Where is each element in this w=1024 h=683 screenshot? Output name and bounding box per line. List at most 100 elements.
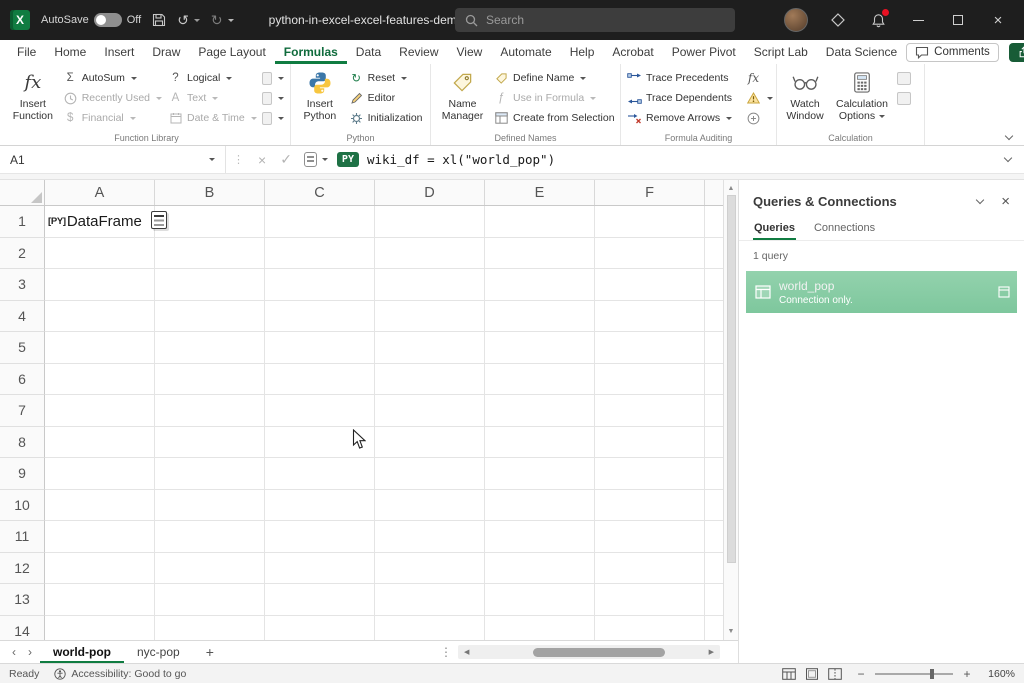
cell-D2[interactable] [375,238,485,270]
financial-button[interactable]: $Financial [60,108,165,128]
redo-button[interactable]: ↻ [211,12,234,29]
cell-C10[interactable] [265,490,375,522]
excel-app-icon[interactable]: X [10,10,30,30]
cell-B14[interactable] [155,616,265,641]
more-functions-button[interactable] [259,108,287,128]
user-avatar[interactable] [784,8,808,32]
name-box-dropdown-icon[interactable] [209,158,215,161]
name-box[interactable]: A1 [0,146,226,173]
page-break-view-icon[interactable] [828,668,842,680]
cell-F11[interactable] [595,521,705,553]
cell-E4[interactable] [485,301,595,333]
zoom-level[interactable]: 160% [981,668,1015,680]
cell-C6[interactable] [265,364,375,396]
horizontal-scrollbar[interactable]: ◀ ▶ [458,645,720,659]
cell-A9[interactable] [45,458,155,490]
cell-B2[interactable] [155,238,265,270]
cell-C2[interactable] [265,238,375,270]
insert-function-button[interactable]: fx Insert Function [6,65,60,130]
trace-dependents-button[interactable]: Trace Dependents [624,88,743,108]
column-header-D[interactable]: D [375,180,485,205]
column-header-E[interactable]: E [485,180,595,205]
cell-B4[interactable] [155,301,265,333]
cell-D1[interactable] [375,206,485,238]
cell-B3[interactable] [155,269,265,301]
column-header-C[interactable]: C [265,180,375,205]
cell-E7[interactable] [485,395,595,427]
sheet-nav-left-arrow[interactable]: ‹ [6,645,22,659]
cell-B10[interactable] [155,490,265,522]
remove-arrows-button[interactable]: Remove Arrows [624,108,743,128]
undo-button[interactable]: ↺ [177,12,200,29]
cell-C11[interactable] [265,521,375,553]
row-header-14[interactable]: 14 [0,616,45,641]
recently-used-button[interactable]: Recently Used [60,88,165,108]
menu-tab-data[interactable]: Data [347,40,390,64]
row-header-8[interactable]: 8 [0,427,45,459]
restore-button[interactable] [938,0,978,40]
menu-tab-script-lab[interactable]: Script Lab [745,40,817,64]
sheet-tab-world-pop[interactable]: world-pop [40,641,124,663]
column-header-B[interactable]: B [155,180,265,205]
menu-tab-help[interactable]: Help [561,40,604,64]
cell-C12[interactable] [265,553,375,585]
peek-icon[interactable] [998,286,1010,298]
reset-button[interactable]: ↻Reset [346,68,427,88]
cell-F5[interactable] [595,332,705,364]
page-layout-view-icon[interactable] [805,668,819,680]
normal-view-icon[interactable] [782,668,796,680]
data-card-icon[interactable] [151,211,167,229]
cell-A10[interactable] [45,490,155,522]
initialization-button[interactable]: Initialization [346,108,427,128]
math-trig-button[interactable] [259,88,287,108]
cell-B12[interactable] [155,553,265,585]
menu-tab-home[interactable]: Home [45,40,95,64]
cell-D3[interactable] [375,269,485,301]
cell-F3[interactable] [595,269,705,301]
row-header-11[interactable]: 11 [0,521,45,553]
sheet-nav-right-arrow[interactable]: › [22,645,38,659]
cell-D4[interactable] [375,301,485,333]
zoom-out-button[interactable]: − [856,667,866,681]
cell-E6[interactable] [485,364,595,396]
editor-button[interactable]: Editor [346,88,427,108]
cell-C9[interactable] [265,458,375,490]
text-button[interactable]: AText [165,88,259,108]
search-input[interactable] [486,13,696,27]
cell-F10[interactable] [595,490,705,522]
cell-E8[interactable] [485,427,595,459]
cell-F4[interactable] [595,301,705,333]
zoom-in-button[interactable]: + [962,667,972,681]
scroll-up-arrow[interactable]: ▲ [728,180,735,195]
diamond-icon[interactable] [818,0,858,40]
scroll-right-arrow[interactable]: ▶ [703,648,720,656]
notifications-bell-icon[interactable] [858,0,898,40]
create-from-selection-button[interactable]: Create from Selection [491,108,617,128]
menu-tab-view[interactable]: View [448,40,492,64]
row-header-3[interactable]: 3 [0,269,45,301]
menu-tab-formulas[interactable]: Formulas [275,40,347,64]
cell-D6[interactable] [375,364,485,396]
cell-B5[interactable] [155,332,265,364]
cell-D8[interactable] [375,427,485,459]
cell-F8[interactable] [595,427,705,459]
cell-F9[interactable] [595,458,705,490]
ev0aluate-formula-button[interactable] [743,108,773,128]
menu-tab-power-pivot[interactable]: Power Pivot [663,40,745,64]
cell-E3[interactable] [485,269,595,301]
cell-D14[interactable] [375,616,485,641]
sheet-tab-nyc-pop[interactable]: nyc-pop [124,641,193,663]
cell-C14[interactable] [265,616,375,641]
accessibility-status[interactable]: Accessibility: Good to go [54,668,186,680]
cell-E14[interactable] [485,616,595,641]
new-sheet-button[interactable]: + [193,641,227,663]
menu-tab-file[interactable]: File [8,40,45,64]
horizontal-scroll-thumb[interactable] [533,648,665,657]
python-output-selector[interactable] [299,152,333,167]
calculate-now-button[interactable] [894,68,918,88]
row-header-2[interactable]: 2 [0,238,45,270]
use-in-formula-button[interactable]: ƒUse in Formula [491,88,617,108]
menu-tab-page-layout[interactable]: Page Layout [189,40,274,64]
row-header-9[interactable]: 9 [0,458,45,490]
cell-A6[interactable] [45,364,155,396]
